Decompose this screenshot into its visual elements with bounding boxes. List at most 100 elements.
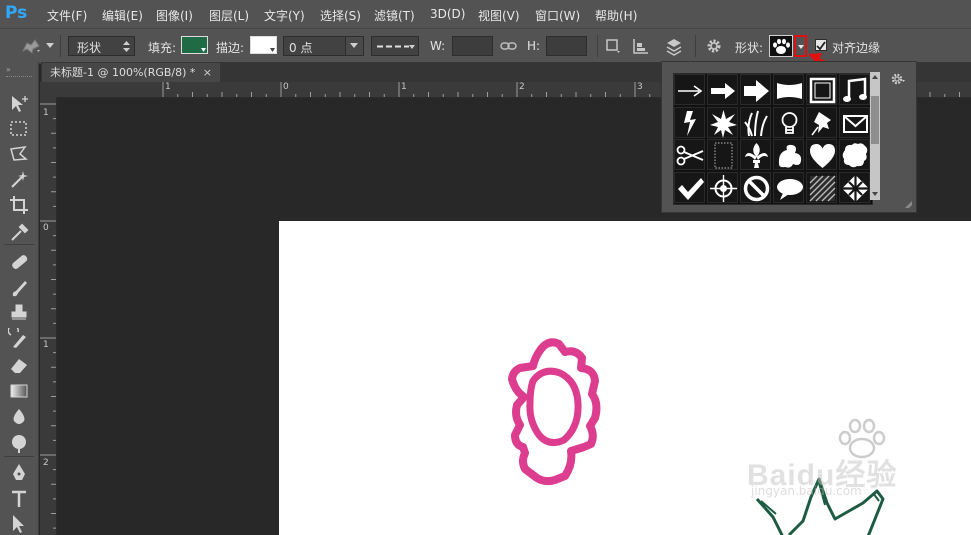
dodge-tool-icon[interactable] — [8, 432, 30, 454]
fill-color-swatch[interactable] — [181, 36, 208, 54]
gear-icon[interactable] — [705, 37, 723, 55]
menu-view[interactable]: 视图(V) — [478, 7, 520, 24]
stroke-color-swatch[interactable] — [250, 36, 277, 54]
history-brush-tool-icon[interactable] — [8, 328, 30, 350]
shape-option[interactable] — [707, 106, 738, 138]
stroke-type-select[interactable] — [371, 36, 419, 56]
clone-stamp-tool-icon[interactable] — [8, 302, 30, 324]
menu-layer[interactable]: 图层(L) — [209, 7, 249, 24]
magic-wand-tool-icon[interactable] — [8, 168, 30, 190]
photoshop-logo: Ps — [5, 3, 28, 23]
vruler-label: 1 — [43, 340, 49, 350]
shape-option[interactable] — [674, 106, 705, 138]
height-label: H: — [527, 39, 541, 53]
shape-option[interactable] — [806, 139, 837, 170]
eraser-tool-icon[interactable] — [8, 354, 30, 376]
document-tab[interactable]: 未标题-1 @ 100%(RGB/8) * × — [42, 63, 220, 82]
menu-window[interactable]: 窗口(W) — [535, 7, 580, 24]
scissors-icon — [676, 145, 704, 166]
path-arrangement-icon[interactable] — [664, 37, 684, 57]
resize-grip-icon[interactable] — [904, 200, 913, 209]
menu-filter[interactable]: 滤镜(T) — [374, 7, 415, 24]
dashed-line-icon — [377, 45, 409, 48]
shape-option[interactable] — [740, 171, 771, 203]
menu-select[interactable]: 选择(S) — [320, 7, 361, 24]
type-tool-icon[interactable] — [8, 488, 30, 510]
width-input[interactable] — [452, 36, 493, 56]
envelope-icon — [843, 114, 868, 133]
picker-gear-icon[interactable] — [890, 72, 906, 86]
shape-option[interactable] — [773, 171, 804, 203]
shape-picker-scrollbar[interactable] — [870, 72, 880, 200]
diagonal-lines-icon — [809, 175, 836, 201]
shape-option[interactable] — [707, 74, 738, 105]
baidu-watermark: Baidu经验 jingyan.baidu.com — [747, 418, 949, 506]
preset-dropdown-icon[interactable] — [46, 43, 54, 49]
eyedropper-tool-icon[interactable] — [8, 221, 30, 243]
menu-file[interactable]: 文件(F) — [47, 7, 87, 24]
height-input[interactable] — [546, 36, 587, 56]
close-tab-icon[interactable]: × — [203, 63, 212, 82]
shape-option[interactable] — [740, 74, 771, 105]
blur-tool-icon[interactable] — [8, 406, 30, 428]
shape-option[interactable] — [740, 139, 771, 170]
arrow-medium-icon — [711, 83, 735, 99]
shape-option[interactable] — [839, 171, 870, 203]
stamp-frame-icon — [714, 142, 733, 169]
shape-grid — [673, 73, 873, 205]
marquee-tool-icon[interactable] — [8, 118, 30, 140]
scroll-down-icon[interactable] — [872, 192, 878, 197]
shape-option[interactable] — [740, 106, 771, 138]
stroke-width-dropdown[interactable] — [345, 37, 363, 55]
tool-preset-icon[interactable] — [20, 37, 42, 55]
document-tab-title: 未标题-1 @ 100%(RGB/8) * — [50, 66, 196, 79]
shape-option[interactable] — [839, 139, 870, 170]
menu-help[interactable]: 帮助(H) — [595, 7, 637, 24]
stroke-label: 描边: — [216, 41, 245, 55]
scroll-up-icon[interactable] — [872, 75, 878, 80]
path-operations-icon[interactable] — [605, 38, 621, 54]
brush-tool-icon[interactable] — [8, 277, 30, 299]
shape-option[interactable] — [773, 74, 804, 105]
menu-image[interactable]: 图像(I) — [156, 7, 193, 24]
crop-tool-icon[interactable] — [8, 194, 30, 216]
shape-option[interactable] — [674, 74, 705, 105]
document-canvas[interactable]: Baidu经验 jingyan.baidu.com — [279, 221, 971, 535]
arrow-thin-icon — [678, 85, 703, 97]
shape-option[interactable] — [806, 74, 837, 105]
shape-option[interactable] — [674, 171, 705, 203]
shape-option[interactable] — [773, 106, 804, 138]
collapse-arrows-icon[interactable]: » — [6, 65, 11, 74]
healing-brush-tool-icon[interactable] — [8, 251, 30, 273]
shape-option[interactable] — [674, 139, 705, 170]
shape-option[interactable] — [773, 139, 804, 170]
lasso-tool-icon[interactable] — [8, 143, 30, 165]
no-sign-icon — [743, 175, 770, 201]
shape-option[interactable] — [707, 171, 738, 203]
path-selection-tool-icon[interactable] — [8, 513, 30, 535]
heart-icon — [810, 144, 835, 168]
path-alignment-icon[interactable] — [632, 38, 650, 56]
tool-mode-select[interactable]: 形状 — [68, 36, 135, 56]
shape-option[interactable] — [806, 171, 837, 203]
shape-option[interactable] — [839, 74, 870, 105]
menu-3d[interactable]: 3D(D) — [430, 7, 465, 21]
ruler-origin[interactable] — [40, 82, 58, 97]
scroll-thumb[interactable] — [871, 96, 879, 144]
shape-preview[interactable] — [769, 35, 793, 57]
gradient-tool-icon[interactable] — [8, 380, 30, 402]
banner-icon — [777, 83, 802, 99]
pen-tool-icon[interactable] — [8, 462, 30, 484]
menu-type[interactable]: 文字(Y) — [264, 7, 305, 24]
shape-option[interactable] — [806, 106, 837, 138]
stroke-width-field[interactable]: 0 点 — [283, 36, 364, 56]
arrow-bold-icon — [744, 80, 769, 102]
vertical-ruler[interactable]: 1 0 1 2 — [40, 97, 57, 535]
move-tool-icon[interactable] — [8, 93, 30, 115]
hruler-label: 2 — [519, 82, 525, 92]
shape-option[interactable] — [839, 106, 870, 138]
link-icon[interactable] — [500, 39, 518, 53]
shape-option[interactable] — [707, 139, 738, 170]
grass-icon — [744, 110, 768, 136]
menu-edit[interactable]: 编辑(E) — [102, 7, 143, 24]
